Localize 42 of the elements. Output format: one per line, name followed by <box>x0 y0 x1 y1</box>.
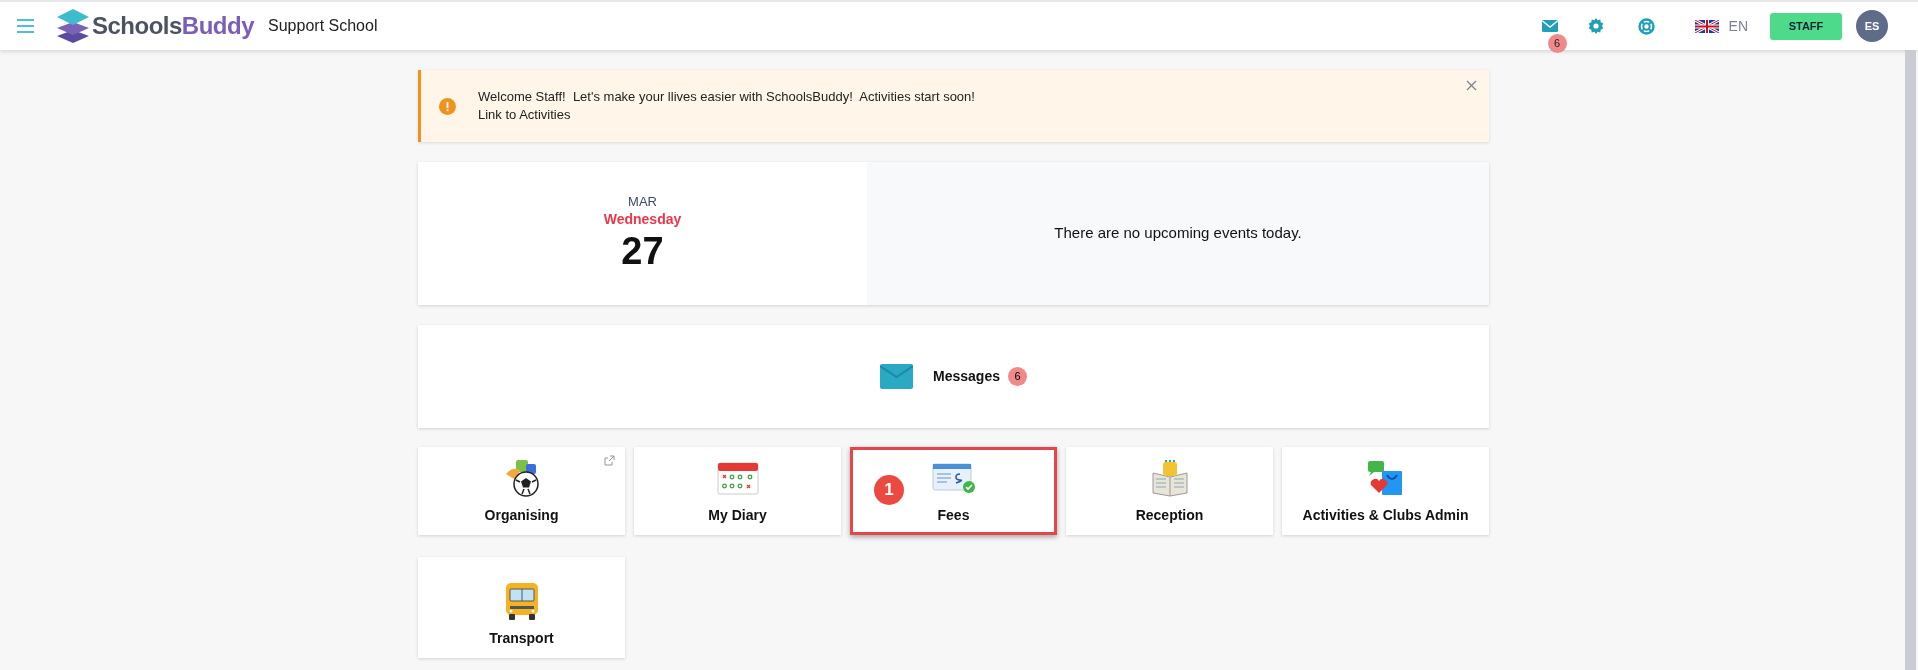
open-book-with-pencils-icon <box>1150 459 1189 497</box>
user-avatar[interactable]: ES <box>1856 10 1888 42</box>
app-tile[interactable]: Reception <box>1066 447 1273 535</box>
external-link-icon[interactable] <box>604 455 615 466</box>
activities-link[interactable]: Link to Activities <box>478 106 571 124</box>
alert-message: Welcome Staff! Let's make your llives easier with SchoolsBuddy! Activities start soon! <box>478 88 975 106</box>
mail-icon[interactable] <box>1541 20 1558 32</box>
schoolsbuddy-logo[interactable] <box>56 8 90 44</box>
step-number-badge: 1 <box>874 475 904 505</box>
app-tile[interactable]: Transport <box>418 557 625 658</box>
cheque-with-checkmark-icon <box>931 461 976 495</box>
menu-icon[interactable] <box>17 19 34 33</box>
app-tile[interactable]: My Diary <box>634 447 841 535</box>
app-tile[interactable]: Activities & Clubs Admin <box>1282 447 1489 535</box>
tile-label: Transport <box>489 629 554 648</box>
messages-card[interactable]: Messages 6 <box>418 325 1489 428</box>
messages-label: Messages <box>933 367 1000 386</box>
scrollbar[interactable] <box>1905 50 1916 670</box>
close-icon[interactable] <box>1466 80 1477 91</box>
month-label: MAR <box>628 193 657 210</box>
warning-icon <box>439 97 456 115</box>
calendar-icon <box>716 461 759 495</box>
uk-flag-icon[interactable] <box>1694 19 1719 33</box>
settings-icon[interactable] <box>1587 18 1604 34</box>
tile-label: Fees <box>937 506 970 525</box>
tile-label: Reception <box>1135 506 1204 525</box>
language-selector[interactable]: EN <box>1728 15 1748 37</box>
help-lifebuoy-icon[interactable] <box>1637 17 1655 35</box>
staff-role-button[interactable]: STAFF <box>1770 12 1842 40</box>
tile-label: Organising <box>484 506 559 525</box>
school-name: Support School <box>268 16 378 36</box>
tile-label: Activities & Clubs Admin <box>1302 506 1469 525</box>
envelope-icon <box>880 364 914 389</box>
no-events-text: There are no upcoming events today. <box>1054 223 1302 244</box>
day-number: 27 <box>621 228 664 274</box>
logo-wordmark[interactable]: SchoolsBuddy <box>92 8 255 44</box>
tile-label: My Diary <box>708 506 767 525</box>
mail-count-badge: 6 <box>1547 34 1567 53</box>
messages-count-badge: 6 <box>1007 367 1027 386</box>
weekday-label: Wednesday <box>603 209 682 228</box>
app-tile[interactable]: Organising <box>418 447 625 535</box>
app-tile[interactable]: Fees 1 <box>850 447 1057 535</box>
